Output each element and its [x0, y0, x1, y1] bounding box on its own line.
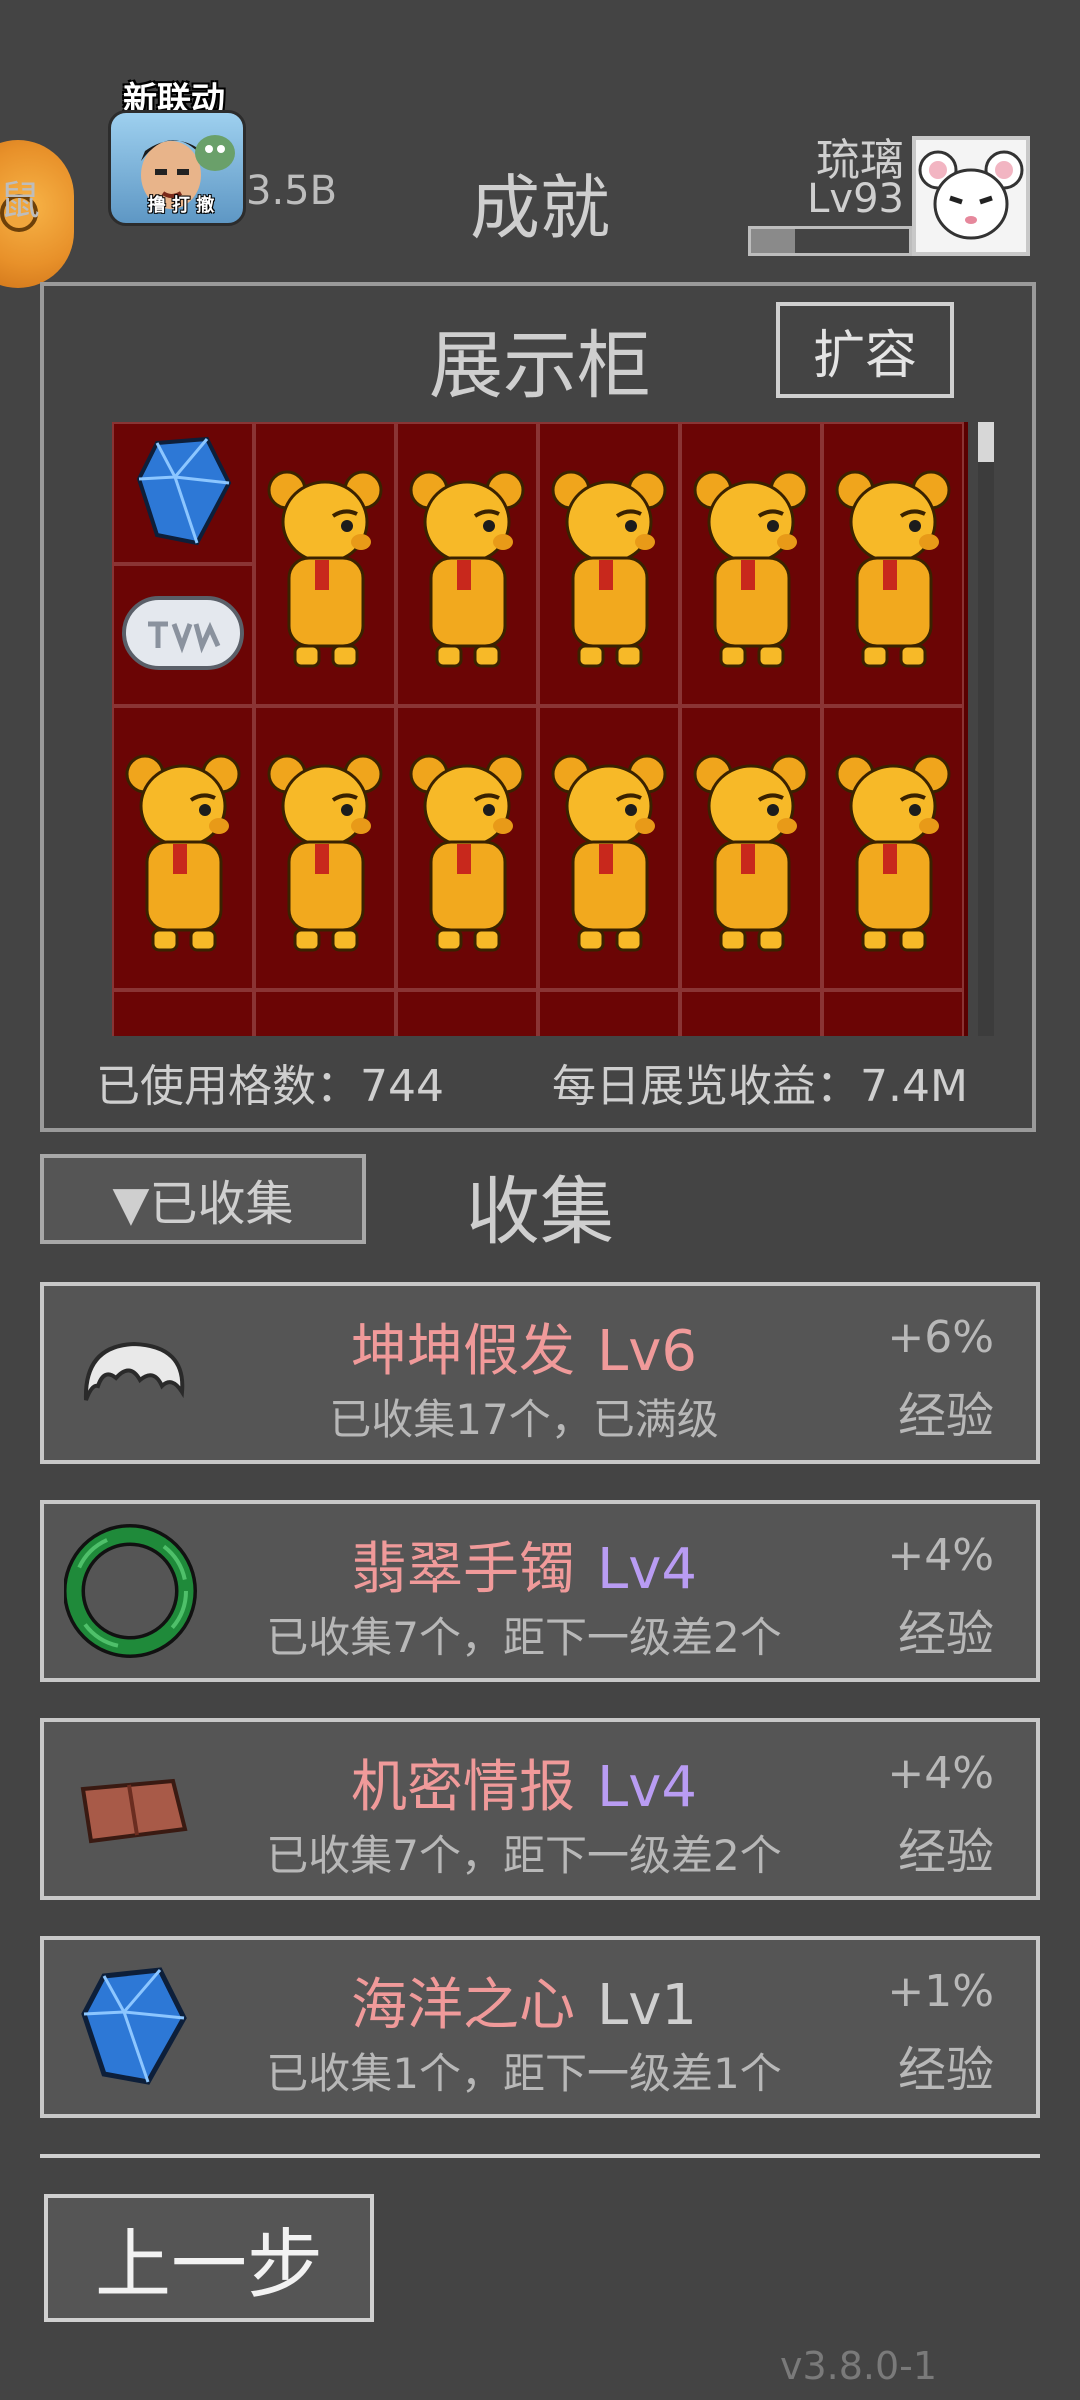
cabinet-cell[interactable]	[254, 990, 396, 1036]
collection-card[interactable]: 翡翠手镯 Lv4 已收集7个，距下一级差2个 +4% 经验	[40, 1500, 1040, 1682]
collection-item-bonus: +4%	[887, 1530, 994, 1581]
cabinet-scroll-thumb[interactable]	[978, 422, 994, 462]
collection-item-name: 机密情报	[351, 1755, 576, 1820]
collection-item-bonus-label: 经验	[897, 1388, 994, 1444]
collection-title: 收集	[466, 1169, 614, 1255]
white-mouse-avatar-icon	[918, 150, 1024, 240]
golden-bear-icon	[123, 726, 243, 970]
player-xp-fill	[751, 229, 796, 253]
collection-item-name: 海洋之心	[351, 1973, 576, 2038]
cabinet-cell[interactable]	[396, 706, 538, 990]
cabinet-cell[interactable]	[112, 564, 254, 706]
cabinet-cell[interactable]	[396, 990, 538, 1036]
collection-item-level: Lv1	[597, 1973, 697, 2038]
collection-item-bonus: +1%	[887, 1966, 994, 2017]
cabinet-cell[interactable]	[538, 422, 680, 706]
collection-item-progress: 已收集7个，距下一级差2个	[266, 1831, 782, 1880]
silver-tag-icon	[118, 588, 248, 682]
cabinet-cell[interactable]	[822, 706, 964, 990]
golden-bear-icon	[407, 726, 527, 970]
golden-bear-icon	[407, 442, 527, 686]
player-avatar[interactable]	[912, 136, 1030, 256]
cabinet-cell[interactable]	[822, 990, 964, 1036]
cabinet-cell[interactable]	[538, 706, 680, 990]
cabinet-cell[interactable]	[680, 422, 822, 706]
collection-item-bonus: +4%	[887, 1748, 994, 1799]
golden-bear-icon	[833, 442, 953, 686]
collection-item-name: 翡翠手镯	[351, 1537, 576, 1602]
cabinet-cell[interactable]	[112, 422, 254, 564]
collection-card[interactable]: 机密情报 Lv4 已收集7个，距下一级差2个 +4% 经验	[40, 1718, 1040, 1900]
collection-item-level: Lv6	[597, 1319, 697, 1384]
golden-bear-icon	[691, 442, 811, 686]
cabinet-cell[interactable]	[112, 706, 254, 990]
cabinet-cell[interactable]	[822, 422, 964, 706]
cabinet-cell[interactable]	[680, 990, 822, 1036]
golden-bear-icon	[549, 726, 669, 970]
golden-bear-icon	[833, 726, 953, 970]
collection-item-name: 坤坤假发	[351, 1319, 576, 1384]
expand-button[interactable]: 扩容	[776, 302, 954, 398]
cells-used-text: 已使用格数：744	[96, 1061, 444, 1112]
collection-item-progress: 已收集1个，距下一级差1个	[266, 2049, 782, 2098]
cabinet-cell[interactable]	[254, 422, 396, 706]
collection-item-level: Lv4	[597, 1755, 697, 1820]
cabinet-cell[interactable]	[680, 706, 822, 990]
daily-income-text: 每日展览收益：7.4M	[552, 1061, 968, 1112]
golden-bear-icon	[265, 726, 385, 970]
collection-item-progress: 已收集17个，已满级	[329, 1395, 719, 1444]
collection-item-bonus-label: 经验	[897, 1606, 994, 1662]
cabinet-cell[interactable]	[112, 990, 254, 1036]
collection-item-level: Lv4	[597, 1537, 697, 1602]
cabinet-grid[interactable]	[112, 422, 968, 1036]
player-xp-bar	[748, 226, 912, 256]
collection-item-bonus: +6%	[887, 1312, 994, 1363]
collection-item-progress: 已收集7个，距下一级差2个	[266, 1613, 782, 1662]
golden-bear-icon	[691, 726, 811, 970]
collection-card[interactable]: 坤坤假发 Lv6 已收集17个，已满级 +6% 经验	[40, 1282, 1040, 1464]
divider-line	[40, 2154, 1040, 2158]
version-label: v3.8.0-1	[780, 2344, 938, 2388]
cabinet-scrollbar[interactable]	[978, 422, 994, 1036]
golden-bear-icon	[265, 442, 385, 686]
cabinet-cell[interactable]	[538, 990, 680, 1036]
back-button[interactable]: 上一步	[44, 2194, 374, 2322]
collection-item-bonus-label: 经验	[897, 1824, 994, 1880]
golden-bear-icon	[549, 442, 669, 686]
collection-item-bonus-label: 经验	[897, 2042, 994, 2098]
cabinet-cell[interactable]	[396, 422, 538, 706]
collection-card[interactable]: 海洋之心 Lv1 已收集1个，距下一级差1个 +1% 经验	[40, 1936, 1040, 2118]
sapphire-icon	[131, 433, 235, 553]
player-level: Lv93	[807, 176, 904, 222]
cabinet-cell[interactable]	[254, 706, 396, 990]
